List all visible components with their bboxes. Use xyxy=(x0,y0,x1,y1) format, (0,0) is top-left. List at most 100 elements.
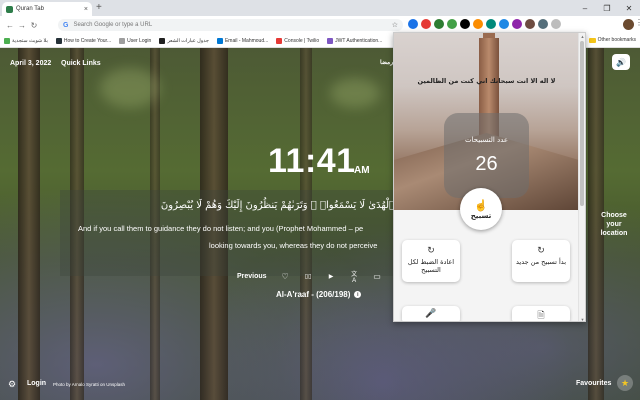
bookmark-label: Console | Twilio xyxy=(284,37,320,44)
scrollbar-thumb[interactable] xyxy=(580,41,584,206)
bookmark-label: بلا شوبث ستجدية xyxy=(12,37,48,44)
previous-button[interactable]: Previous xyxy=(237,273,267,280)
bookmark-label: JWT Authentication... xyxy=(335,37,383,44)
quran-tab-favicon-icon xyxy=(6,5,13,13)
extension-icon[interactable] xyxy=(460,19,470,29)
file-icon: 🗎 xyxy=(537,310,545,320)
extension-icon[interactable] xyxy=(538,19,548,29)
extension-icon[interactable] xyxy=(499,19,509,29)
clock-time: 11:41 xyxy=(268,142,356,180)
speaker-icon[interactable]: 🔊 xyxy=(612,54,630,70)
reload-button[interactable]: ↻ xyxy=(28,21,40,30)
play-icon[interactable]: ▶ xyxy=(327,273,336,280)
tab-bar: Quran Tab × + – ❐ ✕ xyxy=(0,0,640,16)
star-icon[interactable]: ☆ xyxy=(392,21,398,29)
bookmark-item[interactable]: Email - Mahmoud... xyxy=(216,37,269,44)
counter-value: 26 xyxy=(475,153,498,175)
bookmark-favicon-icon xyxy=(327,37,334,44)
google-icon: G xyxy=(63,21,69,29)
maximize-button[interactable]: ❐ xyxy=(596,0,618,16)
extension-icon[interactable] xyxy=(434,19,444,29)
extension-icon[interactable] xyxy=(421,19,431,29)
new-tab-button[interactable]: + xyxy=(96,2,102,14)
gear-icon[interactable]: ⚙ xyxy=(8,379,16,390)
tasbeeh-counter-card: عدد التسبيحات 26 xyxy=(444,113,529,198)
minimize-button[interactable]: – xyxy=(574,0,596,16)
bookmark-item[interactable]: Console | Twilio xyxy=(276,37,320,44)
translate-icon[interactable]: 文A xyxy=(350,269,359,284)
microphone-icon: 🎤 xyxy=(425,308,437,318)
quick-links-button[interactable]: Quick Links xyxy=(61,60,101,67)
extension-icon[interactable] xyxy=(512,19,522,29)
hand-icon: ☝ xyxy=(474,199,488,212)
dua-text: لا اله الا انت سبحانك اني كنت من الظالمي… xyxy=(417,77,556,85)
bookmark-favicon-icon xyxy=(55,37,62,44)
bookmark-item[interactable]: جدول عبارات الشعر xyxy=(159,37,209,44)
bookmark-favicon-icon xyxy=(276,37,283,44)
tab-close-icon[interactable]: × xyxy=(84,6,88,13)
bookmark-item[interactable]: How to Create Your... xyxy=(55,37,112,44)
choose-location-button[interactable]: Choose your location xyxy=(596,211,632,238)
browser-menu-icon[interactable]: ⋮ xyxy=(635,18,640,27)
extension-icon[interactable] xyxy=(525,19,535,29)
wallpaper-light xyxy=(330,78,380,108)
wallpaper-trunk xyxy=(18,48,40,400)
voice-button[interactable]: 🎤 xyxy=(402,306,460,321)
bookmark-item[interactable]: بلا شوبث ستجدية xyxy=(4,37,48,44)
restart-tasbeeh-button[interactable]: ↻ بدأ تسبيح من جديد xyxy=(512,240,570,282)
info-icon[interactable]: i xyxy=(354,291,362,298)
other-bookmarks[interactable]: Other bookmarks xyxy=(588,37,636,43)
tab-title: Quran Tab xyxy=(16,6,44,12)
close-window-button[interactable]: ✕ xyxy=(618,0,640,16)
file-button[interactable]: 🗎 xyxy=(512,306,570,321)
pause-icon[interactable]: ▯▯ xyxy=(304,273,313,280)
login-button[interactable]: Login xyxy=(27,380,46,387)
extension-icon[interactable] xyxy=(447,19,457,29)
other-bookmarks-label: Other bookmarks xyxy=(597,37,636,43)
bookmark-favicon-icon xyxy=(216,37,223,44)
verse-arabic: ٱلْهُدَىٰ لَا يَسْمَعُوا۟ ۖ وَتَرَىٰهُمْ… xyxy=(160,200,395,211)
verse-translation-line-2: looking towards you, whereas they do not… xyxy=(209,241,378,250)
extension-icon[interactable] xyxy=(408,19,418,29)
back-button[interactable]: ← xyxy=(4,21,16,30)
counter-label: عدد التسبيحات xyxy=(464,136,509,144)
bookmark-label: User Login xyxy=(127,37,152,44)
bookmark-favicon-icon xyxy=(4,37,10,44)
bookmark-item[interactable]: JWT Authentication... xyxy=(327,37,383,44)
favourites-button[interactable]: Favourites xyxy=(576,380,611,387)
extension-icon[interactable] xyxy=(473,19,483,29)
address-bar[interactable]: G Search Google or type a URL ☆ xyxy=(58,19,403,31)
verse-controls: Previous ♡ ▯▯ ▶ 文A ▭ N xyxy=(237,269,401,284)
tasbeeh-label: تسبيح xyxy=(470,211,492,220)
star-icon[interactable]: ★ xyxy=(617,375,633,391)
verse-translation-line-1: And if you call them to guidance they do… xyxy=(78,224,364,233)
extensions-area xyxy=(408,19,561,29)
scroll-up-icon[interactable]: ▲ xyxy=(579,34,585,39)
window-controls: – ❐ ✕ xyxy=(574,0,640,16)
bookmark-item[interactable]: User Login xyxy=(119,37,152,44)
bookmark-favicon-icon xyxy=(159,37,166,44)
folder-icon xyxy=(588,37,596,43)
bookmark-label: جدول عبارات الشعر xyxy=(167,37,209,44)
book-icon[interactable]: ▭ xyxy=(373,272,382,281)
tasbeeh-button[interactable]: ☝ تسبيح xyxy=(460,188,502,230)
tab-quran-tab[interactable]: Quran Tab × xyxy=(2,2,92,16)
scroll-down-icon[interactable]: ▼ xyxy=(579,317,585,321)
restart-tasbeeh-label: بدأ تسبيح من جديد xyxy=(515,258,567,266)
popup-hero: لا اله الا انت سبحانك اني كنت من الظالمي… xyxy=(394,33,579,210)
profile-avatar[interactable] xyxy=(623,19,634,30)
forward-button[interactable]: → xyxy=(16,21,28,30)
extension-icon[interactable] xyxy=(486,19,496,29)
reset-all-label: اعادة الضبط لكل التسبيح xyxy=(407,258,455,274)
current-date: April 3, 2022 xyxy=(10,60,52,67)
extensions-puzzle-icon[interactable] xyxy=(551,19,561,29)
photo-credit[interactable]: Photo by Arnalo Syratti on Unsplash xyxy=(53,382,125,387)
surah-reference: Al-A'raaf - (206/198) i xyxy=(276,290,362,299)
popup-scrollbar[interactable]: ▲ ▼ xyxy=(578,33,585,321)
clock-ampm: AM xyxy=(354,165,370,176)
bookmark-label: Email - Mahmoud... xyxy=(224,37,269,44)
reset-all-button[interactable]: ↻ اعادة الضبط لكل التسبيح xyxy=(402,240,460,282)
heart-icon[interactable]: ♡ xyxy=(281,272,290,281)
wallpaper-light xyxy=(100,68,160,108)
bookmark-label: How to Create Your... xyxy=(63,37,112,44)
